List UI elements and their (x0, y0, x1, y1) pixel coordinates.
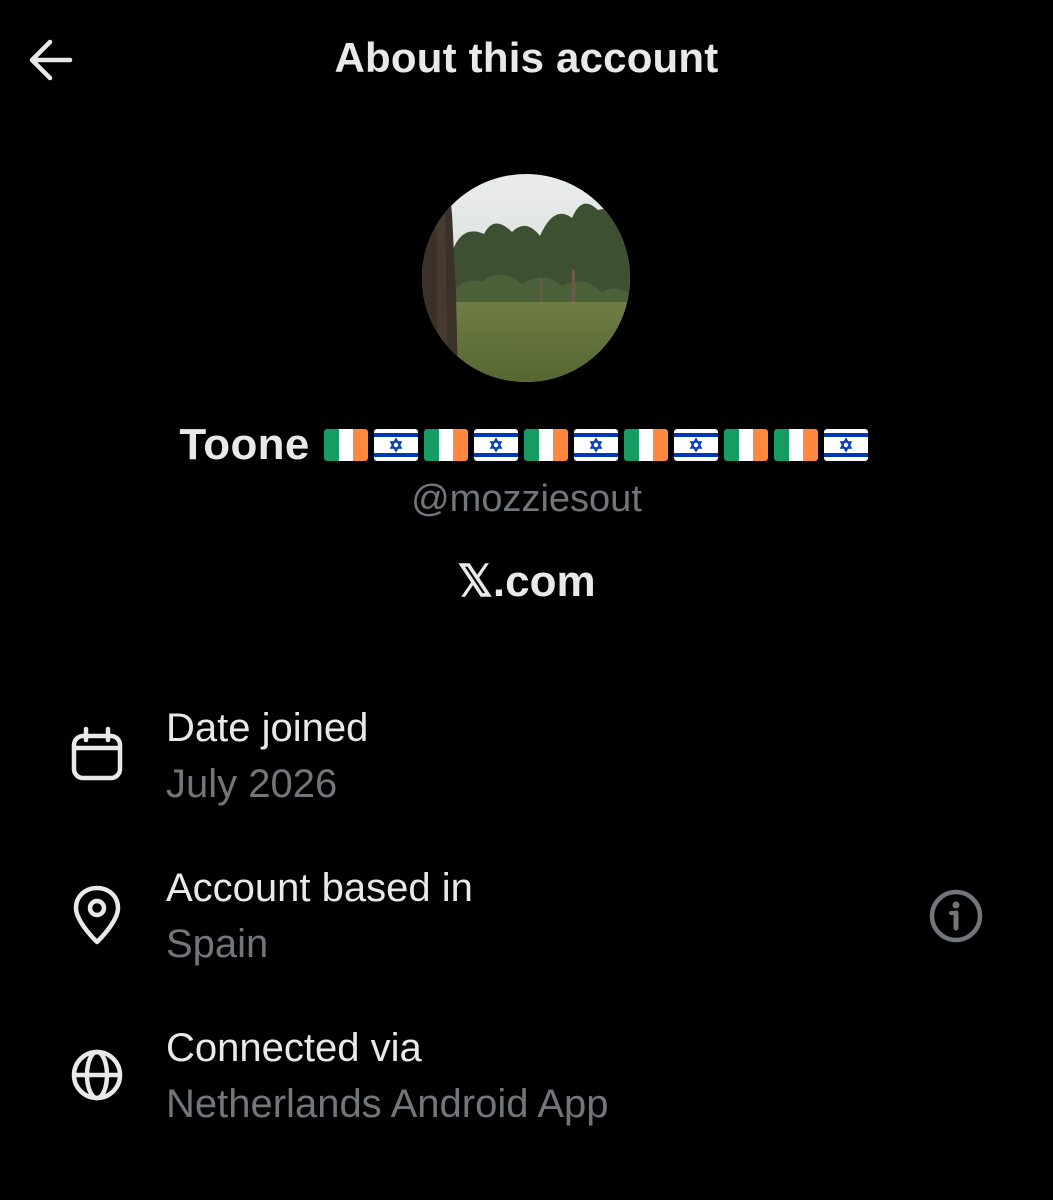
globe-icon (66, 1044, 128, 1106)
user-handle: @mozziesout (411, 478, 642, 520)
detail-value: Spain (166, 922, 269, 966)
info-button[interactable] (926, 886, 986, 946)
detail-label: Connected via (166, 1026, 422, 1070)
israel-flag-icon (473, 429, 518, 461)
ireland-flag-icon (523, 429, 568, 461)
calendar-icon (66, 724, 128, 786)
israel-flag-icon (573, 429, 618, 461)
israel-flag-icon (823, 429, 868, 461)
ireland-flag-icon (323, 429, 368, 461)
detail-row-connected-via: Connected via Netherlands Android App (0, 1018, 1053, 1138)
detail-value: July 2026 (166, 762, 338, 806)
site-label: 𝕏.com (457, 557, 596, 606)
display-name: Toone (179, 420, 310, 469)
ireland-flag-icon (723, 429, 768, 461)
name-flags (323, 425, 874, 465)
ireland-flag-icon (773, 429, 818, 461)
header-bar: About this account (0, 0, 1053, 120)
name-row: Toone (0, 420, 1053, 470)
info-icon (929, 889, 983, 943)
detail-label: Date joined (166, 706, 369, 750)
profile-photo-park (422, 174, 630, 382)
ireland-flag-icon (423, 429, 468, 461)
avatar[interactable] (422, 174, 630, 382)
israel-flag-icon (373, 429, 418, 461)
detail-value: Netherlands Android App (166, 1082, 609, 1126)
detail-row-date-joined: Date joined July 2026 (0, 700, 1053, 820)
ireland-flag-icon (623, 429, 668, 461)
detail-row-account-based-in: Account based in Spain (0, 860, 1053, 980)
page-title: About this account (334, 34, 719, 81)
location-pin-icon (66, 884, 128, 946)
detail-label: Account based in (166, 866, 473, 910)
israel-flag-icon (673, 429, 718, 461)
